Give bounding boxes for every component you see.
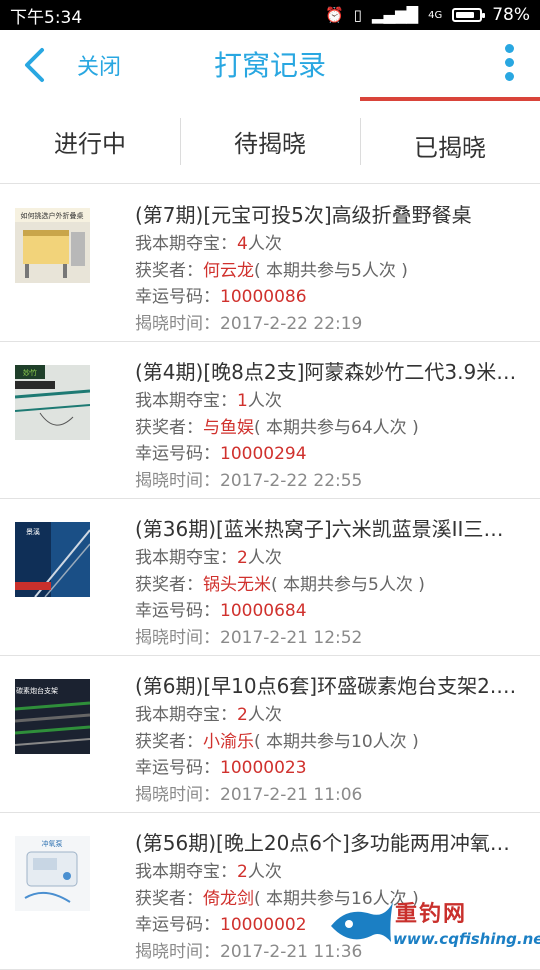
record-title: (第7期)[元宝可投5次]高级折叠野餐桌	[135, 201, 526, 229]
lucky-number: 10000002	[220, 915, 307, 935]
product-thumbnail: 碳素炮台支架	[15, 679, 90, 754]
my-entries-row: 我本期夺宝：2人次	[135, 859, 526, 886]
record-info: (第36期)[蓝米热窝子]六米凯蓝景溪II三… 我本期夺宝：2人次 获奖者：锅头…	[135, 515, 526, 651]
battery-percent: 78%	[492, 5, 530, 25]
my-entries-row: 我本期夺宝：2人次	[135, 545, 526, 572]
record-title: (第4期)[晚8点2支]阿蒙森妙竹二代3.9米…	[135, 358, 526, 386]
lucky-number: 10000086	[220, 287, 307, 307]
product-thumbnail: 景溪	[15, 522, 90, 597]
record-info: (第6期)[早10点6套]环盛碳素炮台支架2.… 我本期夺宝：2人次 获奖者：小…	[135, 672, 526, 808]
close-button[interactable]: 关闭	[77, 49, 121, 81]
record-list: 如何挑选户外折叠桌 (第7期)[元宝可投5次]高级折叠野餐桌 我本期夺宝：4人次…	[0, 185, 540, 970]
lucky-number-row: 幸运号码：10000023	[135, 755, 526, 782]
list-item[interactable]: 碳素炮台支架 (第6期)[早10点6套]环盛碳素炮台支架2.… 我本期夺宝：2人…	[0, 656, 540, 813]
my-entry-count: 4	[237, 234, 248, 254]
more-options-icon[interactable]	[502, 44, 516, 86]
status-bar: 下午5:34 ⏰ ▯ ▂▄▆█ 4G 78%	[0, 0, 540, 30]
signal-icon: ▂▄▆█	[372, 8, 418, 23]
reveal-time-row: 揭晓时间：2017-2-21 11:06	[135, 782, 526, 809]
record-title: (第6期)[早10点6套]环盛碳素炮台支架2.…	[135, 672, 526, 700]
reveal-time: 2017-2-21 12:52	[220, 628, 362, 648]
my-entry-count: 2	[237, 862, 248, 882]
reveal-time: 2017-2-22 22:19	[220, 314, 362, 334]
lucky-number-row: 幸运号码：10000294	[135, 441, 526, 468]
tab-bar: 进行中 待揭晓 已揭晓	[0, 100, 540, 184]
list-item[interactable]: 妙竹 (第4期)[晚8点2支]阿蒙森妙竹二代3.9米… 我本期夺宝：1人次 获奖…	[0, 342, 540, 499]
product-thumbnail: 妙竹	[15, 365, 90, 440]
winner-row: 获奖者：小渝乐( 本期共参与10人次 )	[135, 729, 526, 756]
participation-count: ( 本期共参与10人次 )	[254, 732, 419, 752]
reveal-time-row: 揭晓时间：2017-2-22 22:55	[135, 468, 526, 495]
tab-revealed[interactable]: 已揭晓	[360, 100, 540, 183]
product-thumbnail: 如何挑选户外折叠桌	[15, 208, 90, 283]
list-item[interactable]: 景溪 (第36期)[蓝米热窝子]六米凯蓝景溪II三… 我本期夺宝：2人次 获奖者…	[0, 499, 540, 656]
winner-row: 获奖者：与鱼娱( 本期共参与64人次 )	[135, 415, 526, 442]
network-type: 4G	[428, 10, 442, 21]
winner-name: 倚龙剑	[203, 889, 254, 909]
participation-count: ( 本期共参与5人次 )	[254, 261, 408, 281]
list-item[interactable]: 如何挑选户外折叠桌 (第7期)[元宝可投5次]高级折叠野餐桌 我本期夺宝：4人次…	[0, 185, 540, 342]
fish-logo-icon	[327, 892, 397, 956]
lucky-number-row: 幸运号码：10000684	[135, 598, 526, 625]
watermark-logo: 重钓网 www.cqfishing.net	[327, 892, 532, 956]
winner-row: 获奖者：何云龙( 本期共参与5人次 )	[135, 258, 526, 285]
lucky-number: 10000294	[220, 444, 307, 464]
reveal-time: 2017-2-21 11:06	[220, 785, 362, 805]
record-info: (第4期)[晚8点2支]阿蒙森妙竹二代3.9米… 我本期夺宝：1人次 获奖者：与…	[135, 358, 526, 494]
record-title: (第56期)[晚上20点6个]多功能两用冲氧…	[135, 829, 526, 857]
watermark-url: www.cqfishing.net	[393, 930, 540, 948]
my-entry-count: 1	[237, 391, 248, 411]
lucky-number: 10000023	[220, 758, 307, 778]
tab-pending-reveal[interactable]: 待揭晓	[180, 100, 360, 183]
status-icons: ⏰ ▯ ▂▄▆█ 4G 78%	[325, 5, 530, 25]
winner-name: 与鱼娱	[203, 418, 254, 438]
reveal-time-row: 揭晓时间：2017-2-22 22:19	[135, 311, 526, 338]
svg-text:冲氧泵: 冲氧泵	[42, 839, 63, 848]
record-title: (第36期)[蓝米热窝子]六米凯蓝景溪II三…	[135, 515, 526, 543]
svg-text:碳素炮台支架: 碳素炮台支架	[16, 686, 58, 695]
tab-in-progress[interactable]: 进行中	[0, 100, 180, 183]
status-time: 下午5:34	[10, 3, 325, 28]
lucky-number: 10000684	[220, 601, 307, 621]
my-entries-row: 我本期夺宝：1人次	[135, 388, 526, 415]
winner-name: 小渝乐	[203, 732, 254, 752]
reveal-time-row: 揭晓时间：2017-2-21 12:52	[135, 625, 526, 652]
participation-count: ( 本期共参与5人次 )	[271, 575, 425, 595]
winner-name: 何云龙	[203, 261, 254, 281]
watermark-text: 重钓网	[395, 896, 467, 928]
my-entries-row: 我本期夺宝：4人次	[135, 231, 526, 258]
vibrate-icon: ▯	[354, 8, 362, 23]
svg-text:如何挑选户外折叠桌: 如何挑选户外折叠桌	[21, 211, 84, 220]
back-arrow-icon[interactable]	[20, 47, 50, 83]
svg-text:景溪: 景溪	[26, 527, 40, 536]
my-entries-row: 我本期夺宝：2人次	[135, 702, 526, 729]
svg-text:妙竹: 妙竹	[23, 368, 37, 377]
alarm-icon: ⏰	[325, 8, 344, 23]
record-info: (第7期)[元宝可投5次]高级折叠野餐桌 我本期夺宝：4人次 获奖者：何云龙( …	[135, 201, 526, 337]
product-thumbnail: 冲氧泵	[15, 836, 90, 911]
winner-name: 锅头无米	[203, 575, 271, 595]
battery-icon	[452, 8, 482, 22]
my-entry-count: 2	[237, 548, 248, 568]
my-entry-count: 2	[237, 705, 248, 725]
app-header: 关闭 打窝记录	[0, 30, 540, 100]
lucky-number-row: 幸运号码：10000086	[135, 284, 526, 311]
reveal-time: 2017-2-22 22:55	[220, 471, 362, 491]
winner-row: 获奖者：锅头无米( 本期共参与5人次 )	[135, 572, 526, 599]
participation-count: ( 本期共参与64人次 )	[254, 418, 419, 438]
